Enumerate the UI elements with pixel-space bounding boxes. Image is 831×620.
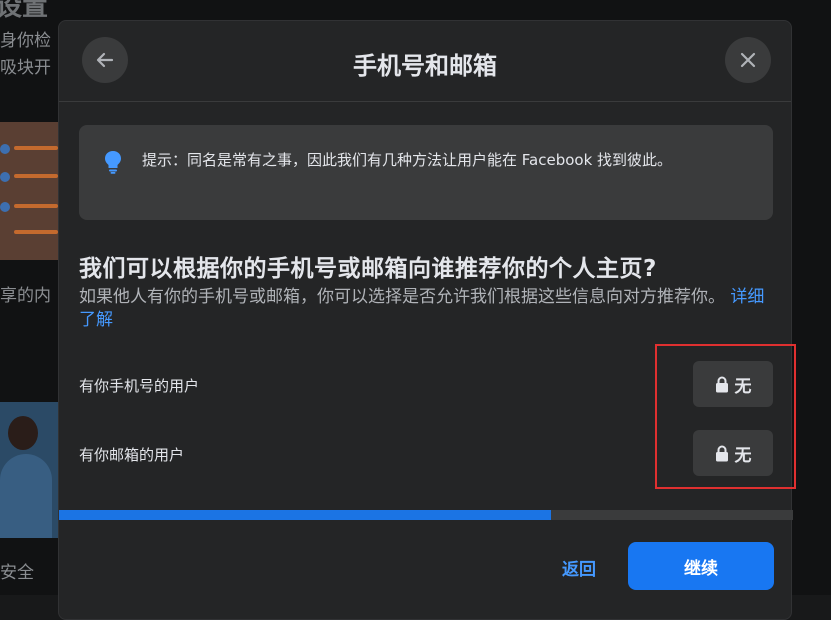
question-heading: 我们可以根据你的手机号或邮箱向谁推荐你的个人主页? [79,256,657,282]
dialog-title: 手机号和邮箱 [353,52,497,80]
background-text: 身你检 [0,31,51,51]
progress-bar [59,510,793,520]
tip-box: 提示：同名是常有之事，因此我们有几种方法让用户能在 Facebook 找到彼此。 [79,125,773,220]
continue-button[interactable]: 继续 [628,542,774,590]
background-illustration [0,402,58,538]
phone-users-label: 有你手机号的用户 [79,377,200,395]
background-text: 吸块开 [0,58,51,78]
back-button[interactable]: 返回 [562,555,596,580]
highlight-annotation [655,344,796,489]
background-illustration [0,122,58,260]
dialog-header: 手机号和邮箱 [59,21,791,102]
lightbulb-icon [105,151,121,174]
close-icon [740,52,756,68]
description-text: 如果他人有你的手机号或邮箱，你可以选择是否允许我们根据这些信息向对方推荐你。 [79,287,725,307]
question-description: 如果他人有你的手机号或邮箱，你可以选择是否允许我们根据这些信息向对方推荐你。 详… [79,286,779,332]
progress-fill [59,510,551,520]
email-users-label: 有你邮箱的用户 [79,446,185,464]
background-caption: 享的内 [0,286,51,306]
phone-email-dialog: 手机号和邮箱 提示：同名是常有之事，因此我们有几种方法让用户能在 Faceboo… [58,20,796,620]
background-title: 设置 [0,0,49,22]
close-button[interactable] [725,37,771,83]
background-caption: 安全 [0,563,34,583]
tip-text: 提示：同名是常有之事，因此我们有几种方法让用户能在 Facebook 找到彼此。 [142,151,673,169]
